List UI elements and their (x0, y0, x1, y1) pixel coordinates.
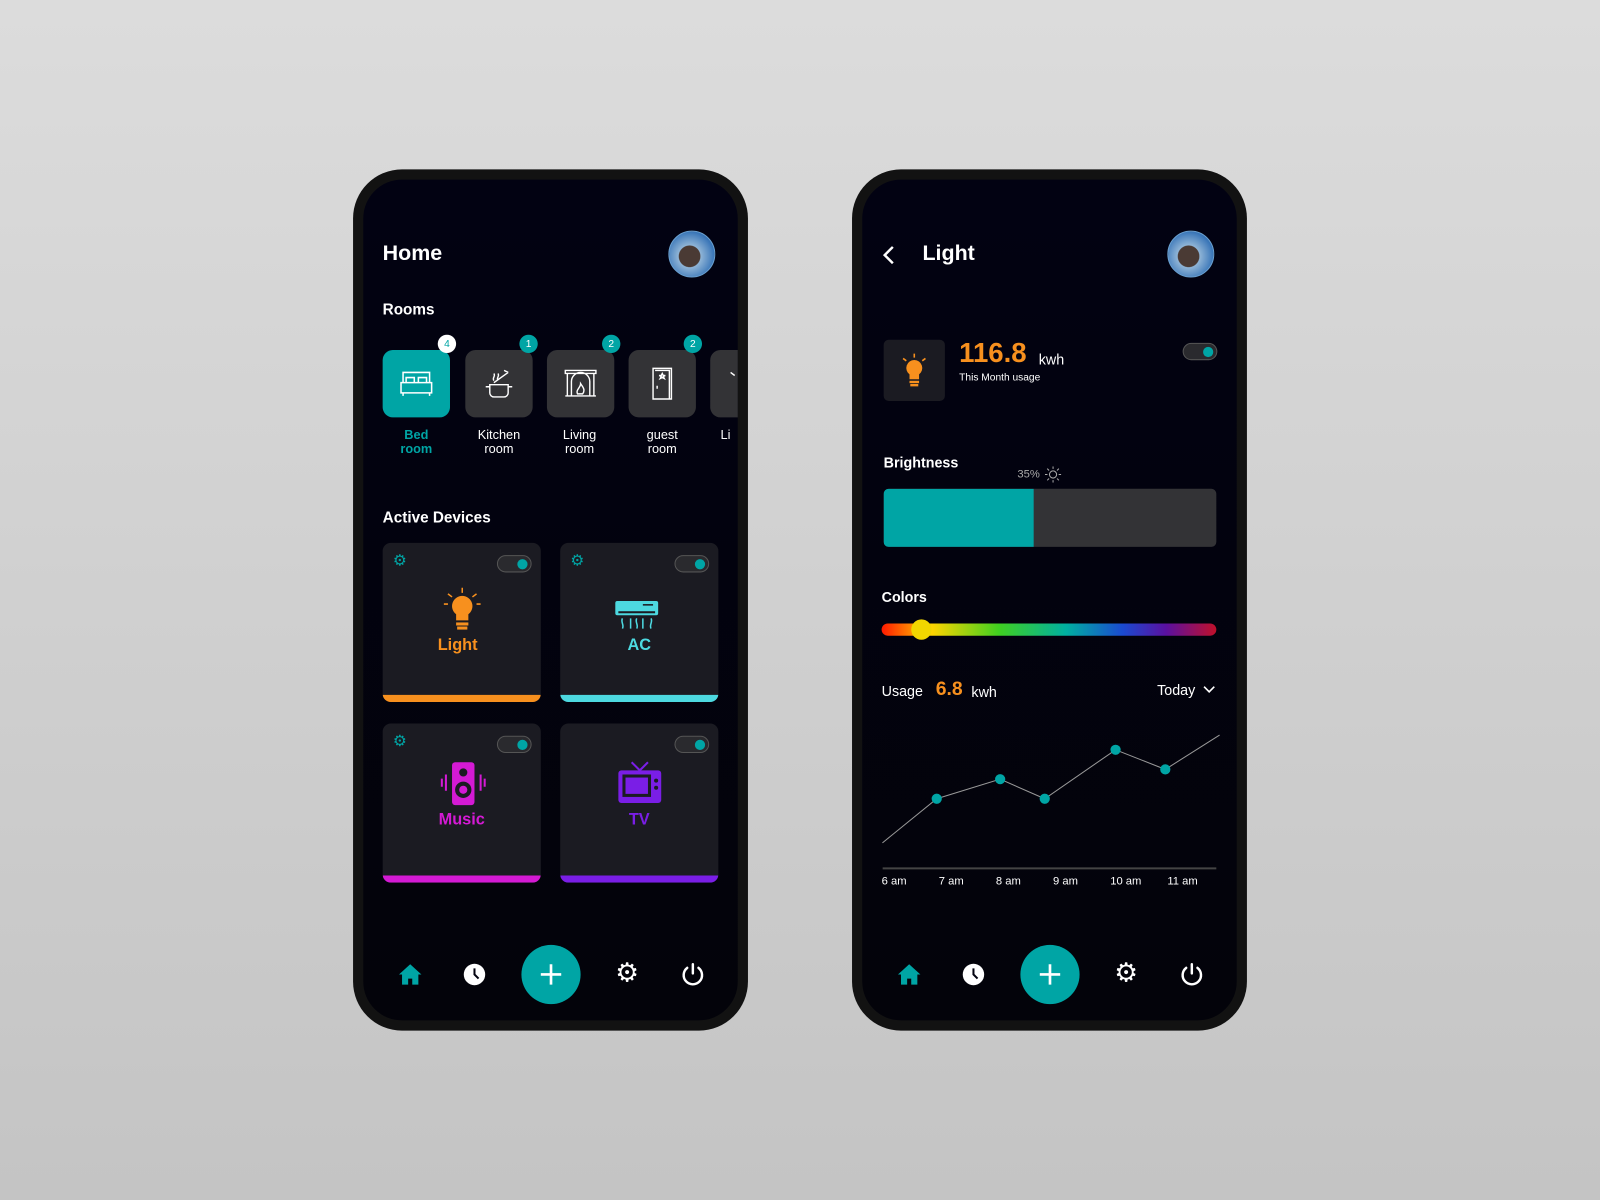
add-button[interactable] (521, 944, 581, 1005)
room-badge: 2 (602, 334, 621, 354)
avatar[interactable] (1167, 230, 1215, 278)
period-value: Today (1157, 681, 1196, 698)
ac-toggle[interactable] (674, 555, 710, 573)
room-label: room (565, 441, 595, 457)
plus-icon (1039, 964, 1061, 985)
gear-icon[interactable]: ⚙ (615, 957, 639, 989)
gear-icon[interactable]: ⚙ (393, 551, 407, 569)
brightness-label: Brightness (883, 454, 959, 471)
room-label: room (484, 441, 514, 457)
chevron-down-icon (1203, 686, 1216, 693)
bulb-tile (883, 339, 945, 402)
fireplace-icon (564, 369, 597, 397)
colors-label: Colors (881, 588, 927, 606)
room-label: Kitchen (477, 427, 521, 442)
home-icon[interactable] (398, 962, 422, 986)
device-color-bar (382, 875, 541, 883)
page-title: Light (922, 241, 975, 266)
avatar[interactable] (668, 230, 716, 278)
tv-toggle[interactable] (674, 735, 710, 754)
speaker-icon (440, 762, 486, 806)
device-card-music[interactable]: ⚙ Music (382, 723, 541, 883)
room-living-room[interactable]: Living room (546, 349, 615, 456)
page-title: Home (382, 241, 443, 266)
brightness-percent: 35% (1017, 468, 1040, 481)
device-card-tv[interactable]: TV (560, 723, 719, 883)
power-icon[interactable] (681, 962, 705, 986)
back-chevron-icon[interactable] (882, 245, 896, 265)
room-label: Living (562, 427, 597, 442)
brightness-slider[interactable] (883, 488, 1217, 547)
period-dropdown[interactable]: Today (1157, 682, 1216, 698)
tv-icon (618, 761, 662, 804)
power-icon[interactable] (1180, 962, 1204, 986)
rooms-list[interactable]: Bed room Kitchen room Living room guest room… (363, 332, 738, 465)
home-icon[interactable] (897, 962, 921, 986)
room-tile (546, 349, 615, 418)
room-tile (382, 349, 450, 418)
x-tick-label: 11 am (1167, 875, 1198, 888)
bulb-icon (902, 353, 926, 387)
room-label: room (647, 441, 677, 457)
month-usage-unit: kwh (1038, 351, 1065, 368)
room-partial[interactable]: Li (710, 349, 738, 442)
device-name: Light (437, 636, 478, 655)
room-badge: 1 (519, 334, 538, 354)
device-color-bar (560, 875, 719, 883)
devices-heading: Active Devices (382, 509, 491, 527)
lamp-icon (730, 371, 736, 377)
light-toggle[interactable] (496, 555, 532, 573)
x-tick-label: 7 am (938, 875, 964, 888)
clock-icon[interactable] (962, 963, 985, 986)
gear-icon[interactable]: ⚙ (393, 732, 407, 750)
gear-icon[interactable]: ⚙ (570, 551, 584, 569)
room-badge: 2 (683, 334, 703, 354)
x-tick-label: 6 am (881, 875, 907, 888)
music-toggle[interactable] (496, 735, 532, 754)
bulb-icon (443, 587, 481, 630)
x-tick-label: 9 am (1053, 875, 1079, 888)
room-label: room (400, 441, 433, 457)
month-usage-value: 116.8 (959, 337, 1027, 369)
bed-icon (400, 371, 433, 396)
x-tick-label: 10 am (1110, 875, 1142, 888)
x-tick-label: 8 am (995, 875, 1021, 888)
device-name: TV (628, 811, 650, 829)
sun-icon (1044, 466, 1062, 483)
add-button[interactable] (1020, 944, 1080, 1005)
device-color-bar (560, 694, 719, 703)
room-tile (710, 349, 738, 418)
plus-icon (540, 964, 562, 985)
usage-chart (882, 734, 1220, 870)
month-usage-caption: This Month usage (959, 372, 1041, 384)
usage-label: Usage (881, 682, 923, 699)
door-icon (652, 367, 673, 400)
room-guest-room[interactable]: guest room (628, 349, 696, 456)
device-color-bar (382, 694, 541, 703)
device-name: Music (438, 811, 485, 829)
pot-icon (485, 369, 513, 398)
light-power-toggle[interactable] (1182, 342, 1218, 361)
device-card-light[interactable]: ⚙ Light (382, 542, 541, 703)
color-slider[interactable] (881, 619, 1217, 640)
room-label: Li (720, 427, 731, 442)
gear-icon[interactable]: ⚙ (1114, 957, 1138, 989)
device-card-ac[interactable]: ⚙ AC (560, 542, 719, 703)
clock-icon[interactable] (463, 963, 486, 986)
device-name: AC (627, 636, 652, 655)
room-tile (465, 349, 533, 418)
room-badge: 4 (437, 334, 457, 354)
room-bed-room[interactable]: Bed room (382, 349, 450, 456)
today-usage-value: 6.8 (935, 678, 963, 700)
room-label: Bed (404, 427, 429, 442)
today-usage-unit: kwh (971, 683, 997, 700)
brightness-fill (883, 488, 1034, 547)
room-tile (628, 349, 696, 418)
room-kitchen-room[interactable]: Kitchen room (465, 349, 533, 456)
ac-icon (615, 601, 659, 629)
rooms-heading: Rooms (382, 301, 435, 319)
